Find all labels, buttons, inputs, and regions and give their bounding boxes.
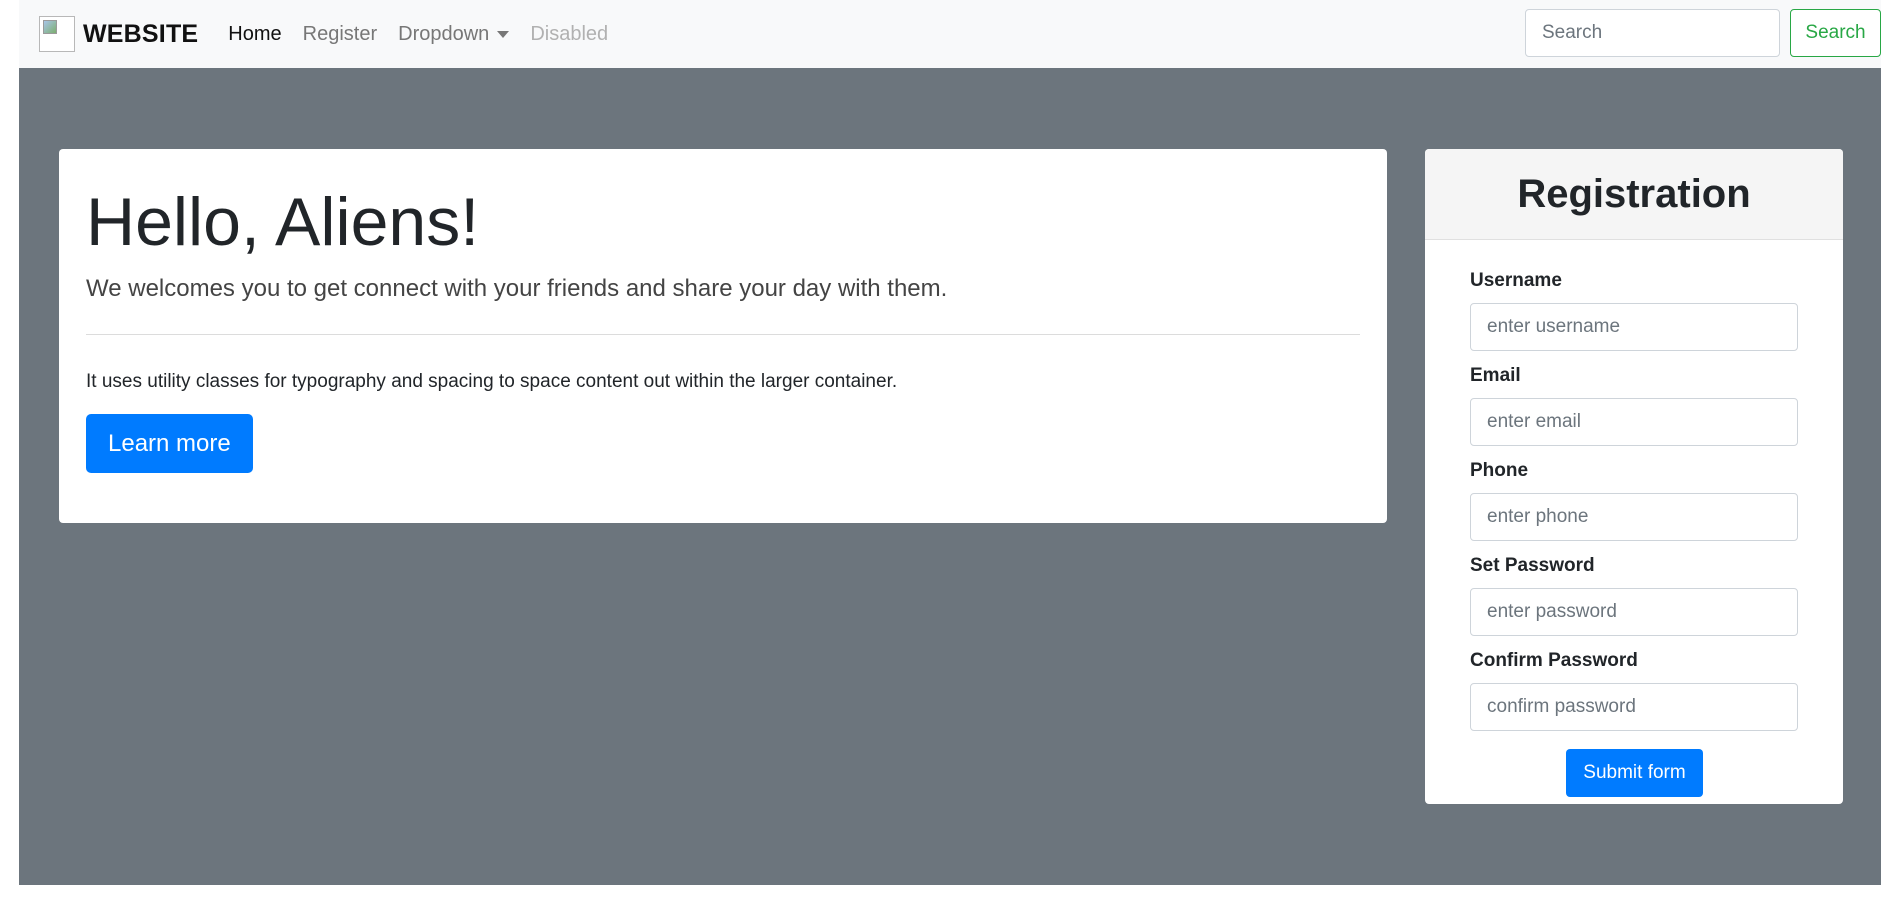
- jumbotron-lead: We welcomes you to get connect with your…: [86, 275, 948, 303]
- navbar: WEBSITE Home Register Dropdown Disabled …: [19, 0, 1881, 68]
- learn-more-button[interactable]: Learn more: [86, 414, 253, 474]
- confirm-password-label: Confirm Password: [1470, 650, 1638, 671]
- jumbotron-title: Hello, Aliens!: [86, 184, 480, 260]
- brand-name[interactable]: WEBSITE: [83, 20, 198, 49]
- phone-field[interactable]: [1470, 493, 1798, 541]
- registration-form: Username Email Phone Set Password Confir…: [1425, 240, 1843, 797]
- nav-dropdown-label: Dropdown: [398, 22, 490, 45]
- jumbotron-body: It uses utility classes for typography a…: [86, 371, 898, 393]
- submit-button[interactable]: Submit form: [1566, 749, 1703, 797]
- caret-down-icon: [497, 30, 510, 38]
- nav-link-disabled: Disabled: [530, 22, 609, 45]
- registration-header: Registration: [1425, 149, 1843, 240]
- brand[interactable]: WEBSITE: [39, 16, 198, 52]
- broken-image-icon: [39, 16, 75, 52]
- username-field[interactable]: [1470, 303, 1798, 351]
- search-button[interactable]: Search: [1790, 9, 1881, 57]
- nav-links: Home Register Dropdown Disabled: [228, 23, 629, 46]
- username-label: Username: [1470, 270, 1562, 291]
- phone-label: Phone: [1470, 460, 1529, 481]
- confirm-password-field[interactable]: [1470, 683, 1798, 731]
- submit-wrap: Submit form: [1470, 749, 1799, 797]
- registration-card: Registration Username Email Phone Set Pa…: [1425, 149, 1843, 804]
- email-label: Email: [1470, 365, 1521, 386]
- nav-dropdown-toggle[interactable]: Dropdown: [398, 22, 510, 46]
- search-input[interactable]: [1525, 9, 1780, 57]
- email-field[interactable]: [1470, 398, 1798, 446]
- nav-link-register[interactable]: Register: [303, 23, 377, 46]
- registration-title: Registration: [1517, 171, 1751, 216]
- nav-link-home[interactable]: Home: [228, 23, 281, 46]
- main-section: Hello, Aliens! We welcomes you to get co…: [19, 68, 1881, 885]
- set-password-label: Set Password: [1470, 555, 1595, 576]
- divider: [86, 334, 1360, 336]
- jumbotron: Hello, Aliens! We welcomes you to get co…: [59, 149, 1387, 523]
- set-password-field[interactable]: [1470, 588, 1798, 636]
